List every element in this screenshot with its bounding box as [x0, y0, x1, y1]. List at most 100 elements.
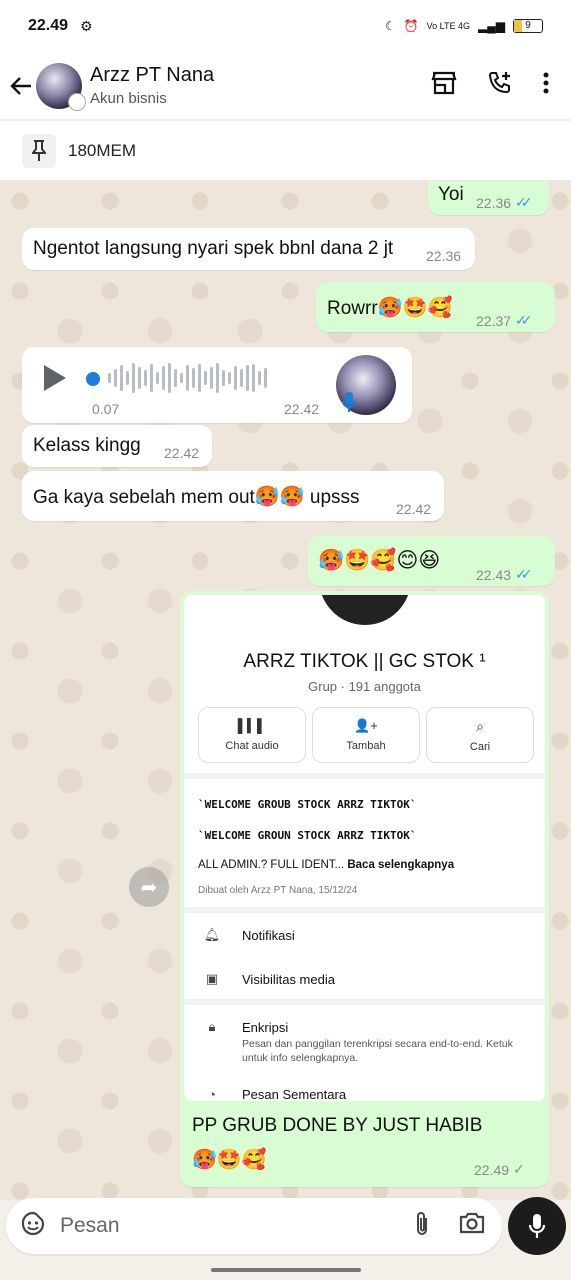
waveform-bar — [138, 367, 141, 389]
message-bubble[interactable]: Ngentot langsung nyari spek bbnl dana 2 … — [22, 228, 475, 270]
search-icon: ⌕ — [476, 717, 484, 734]
gear-icon: ⚙ — [80, 17, 93, 34]
message-text: Ngentot langsung nyari spek bbnl dana 2 … — [33, 238, 394, 259]
waveform-bar — [168, 363, 171, 393]
waveform-bar — [228, 372, 231, 384]
divider — [184, 907, 545, 913]
message-bubble[interactable]: Ga kaya sebelah mem out🥵🥵 upsss 22.42 — [22, 471, 444, 521]
group-desc-line: `WELCOME GROUN STOCK ARRZ TIKTOK` — [198, 829, 417, 842]
alarm-icon: ⏰ — [403, 19, 419, 33]
message-time: 22.43 — [476, 566, 512, 583]
read-ticks-icon: ✓✓ — [515, 566, 533, 582]
message-meta: 22.49 ✓ — [474, 1161, 525, 1178]
mic-icon — [528, 1214, 546, 1238]
back-arrow-icon[interactable] — [8, 66, 34, 106]
message-text: Ga kaya sebelah mem out🥵🥵 upsss — [33, 486, 360, 508]
voice-message[interactable]: 0.07 22.42 — [22, 347, 412, 423]
waveform-bar — [108, 373, 111, 383]
waveform-bar — [258, 371, 261, 385]
message-bubble[interactable]: Kelass kingg 22.42 — [22, 425, 212, 467]
message-bubble[interactable]: Rowrr🥵🤩🥰 22.37 ✓✓ — [316, 282, 555, 332]
chat-audio-button: ▌▍▌ Chat audio — [198, 707, 306, 763]
pin-icon — [22, 133, 56, 168]
moon-icon: ☾ — [384, 19, 396, 33]
setting-row-notifications: 🔔︎ Notifikasi — [203, 927, 295, 943]
image-icon: ▣ — [205, 971, 219, 986]
waveform-bar — [204, 371, 207, 385]
encryption-desc: Pesan dan panggilan terenkripsi secara e… — [242, 1038, 513, 1064]
message-meta: 22.36 ✓✓ — [476, 194, 533, 211]
divider — [184, 773, 545, 779]
lock-icon: 🔒︎ — [208, 1019, 216, 1034]
waveform-bar — [186, 365, 189, 391]
contact-subtitle: Akun bisnis — [90, 90, 167, 107]
attach-icon[interactable] — [414, 1211, 430, 1242]
status-time: 22.49 — [28, 17, 69, 34]
message-meta: 22.42 — [164, 445, 199, 461]
message-bubble[interactable]: Yoi 22.36 ✓✓ — [428, 181, 549, 215]
header-actions — [431, 70, 571, 101]
message-input-placeholder: Pesan — [60, 1214, 120, 1237]
message-input[interactable]: Pesan — [6, 1198, 502, 1254]
voice-elapsed: 0.07 — [92, 401, 120, 417]
message-meta: 22.42 — [396, 501, 431, 517]
message-bubble[interactable]: 🥵🤩🥰😊😆 22.43 ✓✓ — [308, 536, 555, 586]
sticker-icon[interactable] — [20, 1211, 46, 1242]
message-text: Kelass kingg — [33, 435, 141, 456]
waveform-bar — [192, 368, 195, 388]
waveform-bar — [246, 365, 249, 391]
pinned-text: 180MEM — [68, 140, 137, 160]
voice-waveform[interactable] — [108, 361, 267, 395]
waveform-bar — [240, 369, 243, 387]
group-avatar — [319, 595, 411, 625]
home-handle[interactable] — [211, 1268, 361, 1272]
bell-icon: 🔔︎ — [203, 927, 221, 942]
waveform-bar — [234, 366, 237, 390]
message-time: 22.42 — [164, 445, 200, 461]
message-time: 22.36 — [426, 248, 462, 264]
network-label: Vo LTE 4G — [426, 21, 471, 31]
group-desc-line: ALL ADMIN.? FULL IDENT... Baca selengkap… — [198, 859, 455, 871]
search-button: ⌕ Cari — [426, 707, 534, 763]
group-created: Dibuat oleh Arzz PT Nana, 15/12/24 — [198, 885, 358, 896]
timer-icon: ◔ — [208, 1086, 216, 1102]
waveform-bar — [162, 366, 165, 390]
pinned-message-bar[interactable]: 180MEM — [0, 121, 571, 181]
waveform-bar — [210, 367, 213, 389]
more-options-icon[interactable] — [543, 72, 549, 99]
add-call-icon[interactable] — [487, 70, 513, 101]
read-more-link: Baca selengkapnya — [347, 859, 455, 871]
signal-icon: ▂▄▆ — [478, 19, 505, 33]
composer: Pesan — [0, 1196, 571, 1256]
group-info-screenshot[interactable]: ARRZ TIKTOK || GC STOK ¹ Grup · 191 angg… — [184, 595, 545, 1101]
setting-row-disappearing: ◔ Pesan Sementara — [204, 1086, 346, 1102]
play-icon[interactable] — [44, 365, 66, 391]
setting-row-encryption: 🔒︎ Enkripsi — [204, 1019, 289, 1035]
camera-icon[interactable] — [458, 1211, 486, 1242]
message-meta: 22.37 ✓✓ — [476, 312, 533, 329]
forward-icon[interactable]: ➦ — [129, 867, 169, 907]
message-time: 22.42 — [284, 401, 320, 417]
waveform-bar — [198, 364, 201, 392]
gesture-bar — [0, 1258, 571, 1280]
group-name: ARRZ TIKTOK || GC STOK ¹ — [243, 651, 486, 672]
message-time: 22.37 — [476, 312, 512, 329]
image-message[interactable]: ARRZ TIKTOK || GC STOK ¹ Grup · 191 angg… — [180, 591, 549, 1187]
message-text: Yoi — [438, 184, 464, 205]
add-person-icon: 👤+ — [354, 718, 378, 733]
contact-name: Arzz PT Nana — [90, 64, 215, 86]
audio-wave-icon: ▌▍▌ — [237, 718, 267, 733]
contact-info[interactable]: Arzz PT Nana Akun bisnis — [90, 64, 214, 107]
sent-tick-icon: ✓ — [513, 1161, 525, 1177]
message-text: Rowrr🥵🤩🥰 — [327, 297, 453, 319]
avatar[interactable] — [36, 62, 86, 111]
voice-record-button[interactable] — [508, 1197, 566, 1255]
waveform-bar — [174, 369, 177, 387]
waveform-bar — [120, 365, 123, 391]
waveform-bar — [126, 371, 129, 385]
message-time: 22.49 — [474, 1161, 510, 1178]
waveform-bar — [114, 369, 117, 387]
store-icon[interactable] — [431, 71, 457, 100]
voice-seek-handle[interactable] — [86, 372, 100, 386]
message-meta: 22.43 ✓✓ — [476, 566, 533, 583]
